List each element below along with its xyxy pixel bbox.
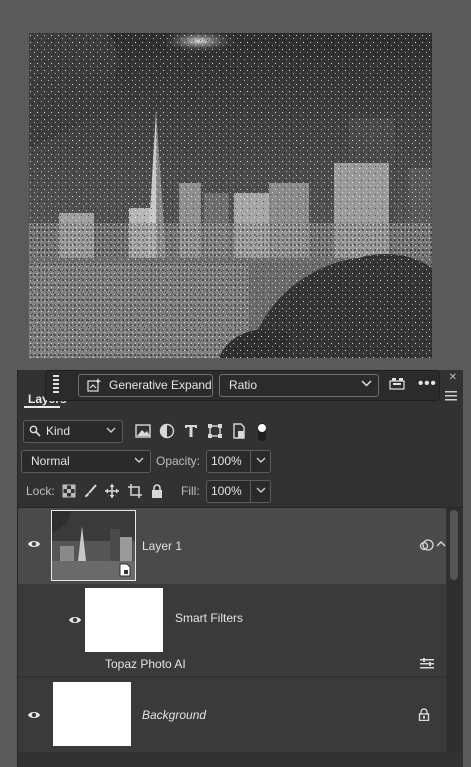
canvas-image[interactable] <box>29 33 432 358</box>
chevron-up-icon[interactable] <box>436 540 446 547</box>
filter-name[interactable]: Topaz Photo AI <box>105 657 186 671</box>
shape-layer-filter-icon[interactable] <box>206 422 224 440</box>
close-panel-icon[interactable]: ✕ <box>449 372 457 383</box>
type-layer-filter-icon[interactable] <box>182 422 200 440</box>
layer-row-layer-1[interactable]: Layer 1 <box>18 508 446 584</box>
visibility-eye-icon[interactable] <box>27 538 41 550</box>
generative-expand-label: Generative Expand <box>109 378 212 392</box>
blend-mode-label: Normal <box>31 454 70 468</box>
smart-filters-label: Smart Filters <box>175 611 244 625</box>
filter-kind-dropdown[interactable]: Kind <box>23 420 123 443</box>
kind-label: Kind <box>46 424 71 438</box>
pixel-layer-filter-icon[interactable] <box>134 422 152 440</box>
blend-mode-dropdown[interactable]: Normal <box>21 450 151 473</box>
fill-label: Fill: <box>181 484 200 498</box>
filter-toggle-icon[interactable] <box>256 422 274 441</box>
smart-filter-mask-thumbnail[interactable] <box>85 588 163 652</box>
contextual-task-bar: Generative Expand Ratio ••• <box>45 370 440 401</box>
fill-value: 100% <box>211 484 242 498</box>
generative-expand-button[interactable]: Generative Expand <box>78 374 213 397</box>
visibility-eye-icon[interactable] <box>27 709 41 721</box>
drag-handle-icon[interactable] <box>53 375 59 395</box>
fill-field[interactable]: 100% <box>206 480 271 503</box>
layer-name[interactable]: Layer 1 <box>142 539 182 553</box>
smart-filter-indicator-icon <box>419 538 435 552</box>
lock-label: Lock: <box>26 484 55 498</box>
chevron-down-icon <box>361 380 372 387</box>
smart-object-filter-icon[interactable] <box>230 422 248 440</box>
layer-row-background[interactable]: Background <box>18 678 446 752</box>
task-bar-settings-icon[interactable] <box>389 378 405 390</box>
tab-underline <box>24 406 60 408</box>
ratio-label: Ratio <box>229 378 258 392</box>
lock-artboard-icon[interactable] <box>127 483 143 499</box>
smart-filters-row[interactable]: Smart Filters Topaz Photo AI <box>18 584 446 676</box>
panel-menu-icon[interactable] <box>445 391 457 401</box>
lock-transparent-pixels-icon[interactable] <box>61 483 77 499</box>
smart-object-badge-icon <box>119 563 131 577</box>
scrollbar-thumb[interactable] <box>450 510 458 580</box>
opacity-field[interactable]: 100% <box>206 450 271 473</box>
layer-thumbnail[interactable] <box>53 682 131 746</box>
chevron-down-icon <box>106 427 116 433</box>
opacity-label: Opacity: <box>156 454 201 468</box>
layer-name[interactable]: Background <box>142 708 206 722</box>
adjustment-layer-filter-icon[interactable] <box>158 422 176 440</box>
filter-blending-options-icon[interactable] <box>420 658 434 670</box>
opacity-value: 100% <box>211 454 242 468</box>
lock-all-icon[interactable] <box>149 483 165 499</box>
search-icon <box>29 425 41 437</box>
visibility-eye-icon[interactable] <box>68 614 82 626</box>
chevron-down-icon[interactable] <box>256 487 266 493</box>
chevron-down-icon <box>134 457 144 463</box>
lock-position-icon[interactable] <box>104 483 120 499</box>
layers-panel: « ✕ Layers Generative Expand Ratio <box>17 370 463 767</box>
lock-image-pixels-icon[interactable] <box>83 483 99 499</box>
lock-icon[interactable] <box>418 708 430 721</box>
chevron-down-icon[interactable] <box>256 457 266 463</box>
generative-expand-icon <box>87 378 102 392</box>
ratio-dropdown[interactable]: Ratio <box>219 374 379 397</box>
more-options-icon[interactable]: ••• <box>418 375 437 392</box>
